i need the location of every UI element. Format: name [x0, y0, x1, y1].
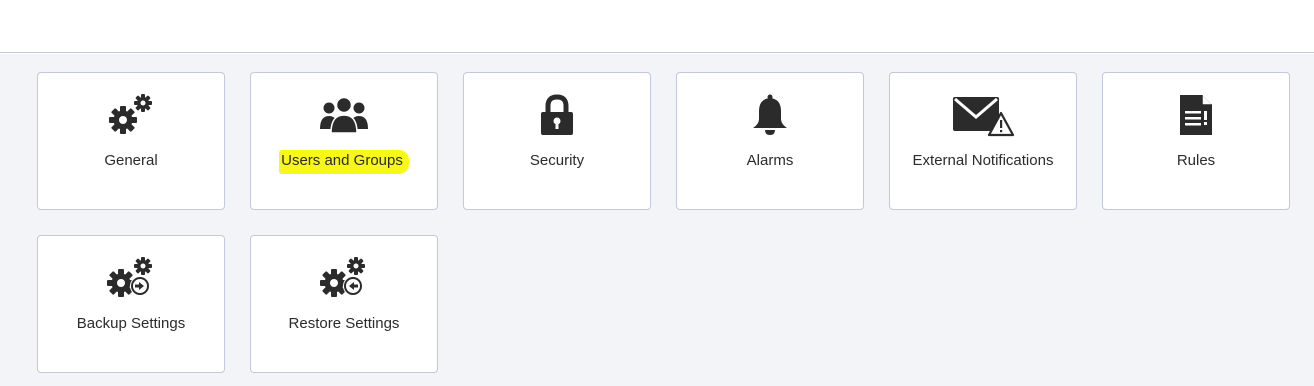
tile-label: Rules	[1176, 152, 1216, 169]
document-icon	[1176, 93, 1216, 137]
tile-external-notifications[interactable]: External Notifications	[889, 72, 1077, 210]
tile-security[interactable]: Security	[463, 72, 651, 210]
top-bar	[0, 0, 1314, 53]
envelope-warning-icon	[951, 93, 1015, 137]
tile-label: Security	[529, 152, 585, 169]
tile-label: External Notifications	[912, 152, 1054, 169]
highlight-mark: Users and Groups	[279, 150, 409, 174]
gears-import-icon	[319, 256, 369, 300]
lock-icon	[537, 93, 577, 137]
tile-restore-settings[interactable]: Restore Settings	[250, 235, 438, 373]
tile-users-and-groups[interactable]: Users and Groups	[250, 72, 438, 210]
tile-label: Users and Groups	[251, 150, 437, 174]
tile-backup-settings[interactable]: Backup Settings	[37, 235, 225, 373]
tile-label: General	[104, 152, 158, 169]
tile-label: Alarms	[746, 152, 794, 169]
gears-icon	[108, 93, 154, 137]
bell-icon	[750, 93, 790, 137]
tile-alarms[interactable]: Alarms	[676, 72, 864, 210]
settings-grid: General Users and Groups Security Alarms…	[0, 54, 1314, 386]
tile-general[interactable]: General	[37, 72, 225, 210]
tile-label: Backup Settings	[76, 315, 186, 332]
gears-export-icon	[106, 256, 156, 300]
tile-rules[interactable]: Rules	[1102, 72, 1290, 210]
tile-label: Restore Settings	[288, 315, 400, 332]
users-icon	[318, 93, 370, 137]
